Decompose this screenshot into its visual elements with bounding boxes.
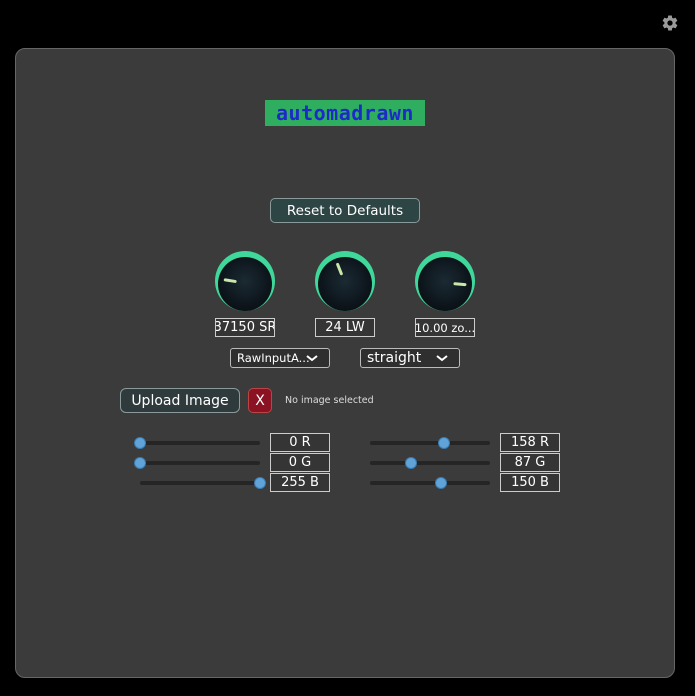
line-width-value[interactable]: 24 LW <box>315 318 375 337</box>
left-b-slider-track[interactable] <box>140 481 260 485</box>
right-b-value[interactable]: 150 B <box>500 473 560 492</box>
upload-image-button[interactable]: Upload Image <box>120 388 240 413</box>
left-r-slider-thumb[interactable] <box>134 437 146 449</box>
line-style-selected: straight <box>367 350 422 366</box>
right-g-value[interactable]: 87 G <box>500 453 560 472</box>
chevron-down-icon <box>436 355 448 362</box>
input-source-selected: RawInputA... <box>237 351 310 365</box>
right-g-slider-track[interactable] <box>370 461 490 465</box>
left-r-value[interactable]: 0 R <box>270 433 330 452</box>
logo: automadrawn <box>265 100 425 126</box>
image-status: No image selected <box>285 395 374 406</box>
reset-defaults-button[interactable]: Reset to Defaults <box>270 198 420 223</box>
right-b-slider-track[interactable] <box>370 481 490 485</box>
left-b-value[interactable]: 255 B <box>270 473 330 492</box>
zoom-knob[interactable] <box>414 250 476 312</box>
right-r-value[interactable]: 158 R <box>500 433 560 452</box>
knob-pointer <box>453 282 467 287</box>
line-style-select[interactable]: straight <box>360 348 460 368</box>
chevron-down-icon <box>306 355 318 362</box>
gear-icon[interactable] <box>661 14 679 32</box>
zoom-value[interactable]: 10.00 zo... <box>415 318 475 337</box>
line-width-knob[interactable] <box>314 250 376 312</box>
clear-image-button[interactable]: X <box>248 388 272 413</box>
left-g-value[interactable]: 0 G <box>270 453 330 472</box>
input-source-select[interactable]: RawInputA... <box>230 348 330 368</box>
left-r-slider-track[interactable] <box>140 441 260 445</box>
right-g-slider-thumb[interactable] <box>404 457 417 469</box>
knob-pointer <box>223 278 237 283</box>
left-g-slider-track[interactable] <box>140 461 260 465</box>
main-panel <box>15 48 675 678</box>
sample-rate-value[interactable]: 37150 SR <box>215 318 275 337</box>
left-g-slider-thumb[interactable] <box>134 457 146 469</box>
left-b-slider-thumb[interactable] <box>254 477 266 489</box>
right-r-slider-track[interactable] <box>370 441 490 445</box>
right-b-slider-thumb[interactable] <box>434 477 447 489</box>
knob-body <box>318 257 372 311</box>
sample-rate-knob[interactable] <box>214 250 276 312</box>
knob-body <box>218 257 272 311</box>
